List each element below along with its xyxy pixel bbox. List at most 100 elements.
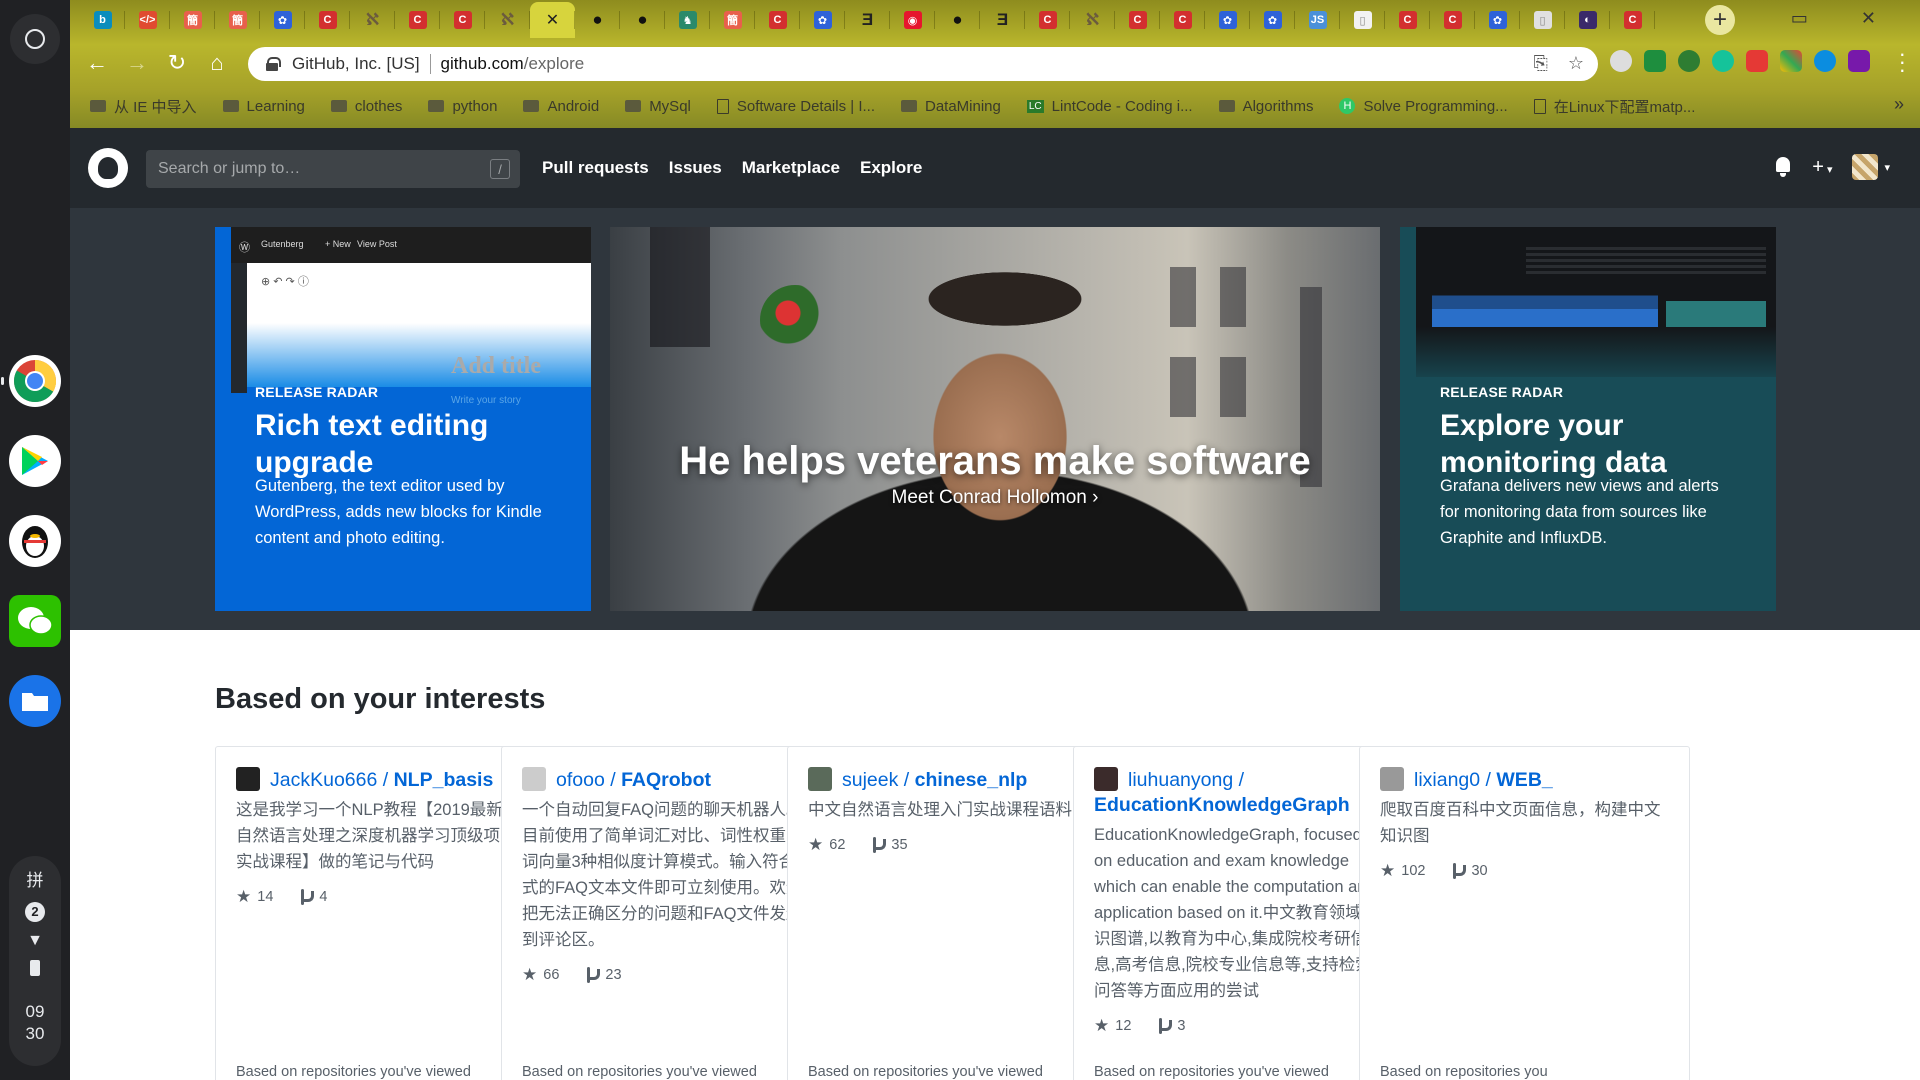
home-button[interactable]: ⌂ xyxy=(202,48,232,78)
browser-tab[interactable]: ● xyxy=(575,2,620,38)
bookmark-item[interactable]: clothes xyxy=(330,98,402,115)
stargazers-link[interactable]: ★ 14 xyxy=(236,887,273,907)
repo-card[interactable]: liuhuanyong / EducationKnowledgeGraph Edu… xyxy=(1073,746,1404,1080)
files-app[interactable] xyxy=(9,675,61,727)
browser-tab[interactable]: Ǝ xyxy=(845,2,890,38)
search-input[interactable]: Search or jump to… / xyxy=(146,150,520,188)
browser-tab[interactable]: 簡 xyxy=(710,2,755,38)
github-logo-icon[interactable] xyxy=(88,148,128,188)
wechat-app[interactable] xyxy=(9,595,61,647)
play-store-app[interactable] xyxy=(9,435,61,487)
stargazers-link[interactable]: ★ 12 xyxy=(1094,1016,1131,1036)
browser-tab[interactable]: ℵ xyxy=(1070,2,1115,38)
repo-name[interactable]: EducationKnowledgeGraph xyxy=(1094,794,1350,816)
forks-link[interactable]: 4 xyxy=(299,887,327,907)
repo-title[interactable]: ofooo / FAQrobot xyxy=(522,767,812,793)
feature-link[interactable]: Meet Conrad Hollomon › xyxy=(610,487,1380,509)
browser-tab[interactable]: ✕ xyxy=(530,2,575,38)
bookmark-item[interactable]: Algorithms xyxy=(1218,98,1313,115)
stargazers-link[interactable]: ★ 66 xyxy=(522,965,559,985)
browser-tab[interactable]: 簡 xyxy=(215,2,260,38)
browser-tab[interactable]: C xyxy=(755,2,800,38)
stargazers-link[interactable]: ★ 62 xyxy=(808,835,845,855)
browser-tab[interactable]: b xyxy=(80,2,125,38)
extension-video-icon[interactable] xyxy=(1746,50,1768,72)
user-menu-button[interactable]: ▾ xyxy=(1852,154,1890,180)
bookmark-item[interactable]: python xyxy=(428,98,497,115)
repo-title[interactable]: sujeek / chinese_nlp xyxy=(808,767,1098,793)
repo-title[interactable]: lixiang0 / WEB_ xyxy=(1380,767,1670,793)
browser-tab[interactable]: 簡 xyxy=(170,2,215,38)
browser-tab[interactable]: ℵ xyxy=(350,2,395,38)
create-new-button[interactable]: + ▾ xyxy=(1812,156,1832,179)
bookmark-item[interactable]: H Solve Programming... xyxy=(1339,98,1508,115)
browser-tab[interactable]: ◉ xyxy=(890,2,935,38)
browser-tab[interactable]: ✿ xyxy=(1250,2,1295,38)
chrome-app[interactable] xyxy=(1,355,61,407)
repo-card[interactable]: lixiang0 / WEB_ 爬取百度百科中文页面信息，构建中文知识图 ★ 102 3… xyxy=(1359,746,1690,1080)
browser-tab[interactable]: ✿ xyxy=(1205,2,1250,38)
repo-name[interactable]: NLP_basis xyxy=(394,769,494,791)
browser-tab[interactable]: ♞ xyxy=(665,2,710,38)
browser-tab[interactable]: C xyxy=(1430,2,1475,38)
repo-name[interactable]: WEB_ xyxy=(1496,769,1552,791)
nav-issues[interactable]: Issues xyxy=(669,158,722,178)
forward-button[interactable]: → xyxy=(122,48,152,78)
hero-card-grafana[interactable]: Release Radar Explore your monitoring da… xyxy=(1400,227,1776,611)
extension-circle-icon[interactable] xyxy=(1610,50,1632,72)
extension-color-icon[interactable] xyxy=(1780,50,1802,72)
bookmark-item[interactable]: DataMining xyxy=(901,98,1001,115)
browser-tab[interactable]: C xyxy=(1025,2,1070,38)
browser-menu-button[interactable]: · · · xyxy=(1899,43,1906,81)
browser-tab[interactable]: C xyxy=(1385,2,1430,38)
repo-name[interactable]: chinese_nlp xyxy=(915,769,1028,791)
back-button[interactable]: ← xyxy=(82,48,112,78)
bookmark-item[interactable]: MySql xyxy=(625,98,691,115)
nav-explore[interactable]: Explore xyxy=(860,158,922,178)
repo-owner[interactable]: JackKuo666 xyxy=(270,769,377,791)
repo-owner[interactable]: liuhuanyong xyxy=(1128,769,1233,791)
reload-button[interactable]: ↻ xyxy=(162,48,192,78)
browser-tab[interactable]: C xyxy=(1610,2,1655,38)
repo-owner[interactable]: sujeek xyxy=(842,769,898,791)
launcher-button[interactable] xyxy=(10,14,60,64)
forks-link[interactable]: 23 xyxy=(585,965,622,985)
bookmark-item[interactable]: LC LintCode - Coding i... xyxy=(1026,98,1193,115)
bookmark-item[interactable]: Software Details | I... xyxy=(716,98,875,115)
notifications-bell-icon[interactable] xyxy=(1774,157,1792,177)
browser-tab[interactable]: C xyxy=(305,2,350,38)
bookmarks-overflow-button[interactable]: » xyxy=(1894,94,1904,115)
forks-link[interactable]: 30 xyxy=(1451,861,1488,881)
window-controls[interactable]: ▭ ✕ xyxy=(1791,8,1900,29)
browser-tab[interactable]: ✿ xyxy=(260,2,305,38)
bookmark-item[interactable]: Learning xyxy=(222,98,305,115)
repo-owner[interactable]: ofooo xyxy=(556,769,605,791)
repo-name[interactable]: FAQrobot xyxy=(621,769,711,791)
repo-card[interactable]: ofooo / FAQrobot 一个自动回复FAQ问题的聊天机器人。目前使用了简… xyxy=(501,746,832,1080)
evernote-icon[interactable] xyxy=(1678,50,1700,72)
hero-card-feature-story[interactable]: He helps veterans make software Meet Con… xyxy=(610,227,1380,611)
bookmark-star-icon[interactable]: ☆ xyxy=(1568,53,1584,74)
browser-tab[interactable]: C xyxy=(440,2,485,38)
browser-tab[interactable]: JS xyxy=(1295,2,1340,38)
browser-tab[interactable]: C xyxy=(1115,2,1160,38)
browser-tab[interactable]: ▯ xyxy=(1520,2,1565,38)
repo-card[interactable]: JackKuo666 / NLP_basis 这是我学习一个NLP教程【2019最… xyxy=(215,746,546,1080)
translate-icon[interactable]: ⎘ xyxy=(1533,53,1547,74)
repo-title[interactable]: liuhuanyong / EducationKnowledgeGraph xyxy=(1094,767,1384,818)
bookmark-item[interactable]: 在Linux下配置matp... xyxy=(1533,96,1695,117)
address-bar[interactable]: GitHub, Inc. [US] github.com/explore ⎘ ☆ xyxy=(248,47,1598,81)
forks-link[interactable]: 35 xyxy=(871,835,908,855)
browser-tab[interactable]: C xyxy=(1160,2,1205,38)
nav-pull-requests[interactable]: Pull requests xyxy=(542,158,649,178)
browser-tab[interactable]: ● xyxy=(620,2,665,38)
extension-refresh-icon[interactable] xyxy=(1814,50,1836,72)
repo-owner[interactable]: lixiang0 xyxy=(1414,769,1480,791)
browser-tab[interactable]: ◐ xyxy=(1565,2,1610,38)
browser-tab[interactable]: ● xyxy=(935,2,980,38)
browser-tab[interactable]: ✿ xyxy=(1475,2,1520,38)
browser-tab[interactable]: </> xyxy=(125,2,170,38)
hero-card-gutenberg[interactable]: Ⓦ Gutenberg + New View Post ⊕ ↶ ↷ ⓘ Add … xyxy=(215,227,591,611)
repo-card[interactable]: sujeek / chinese_nlp 中文自然语言处理入门实战课程语料 ★ 62 3… xyxy=(787,746,1118,1080)
stargazers-link[interactable]: ★ 102 xyxy=(1380,861,1425,881)
